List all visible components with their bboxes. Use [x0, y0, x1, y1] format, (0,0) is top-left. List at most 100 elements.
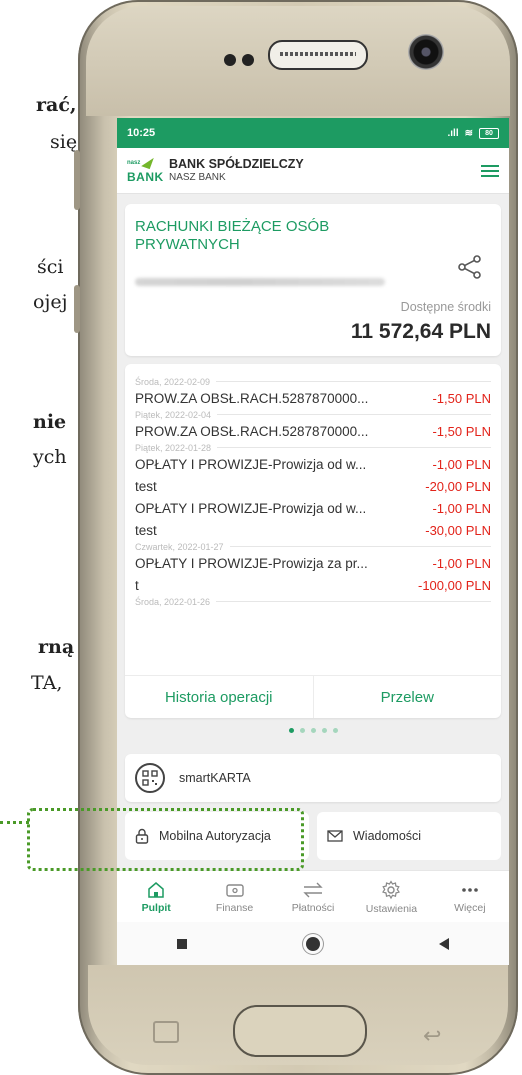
tab-ustawienia[interactable]: Ustawienia: [352, 871, 430, 923]
table-row[interactable]: OPŁATY I PROWIZJE-Prowizja od w... -1,00…: [135, 497, 491, 519]
highlight-connector: [0, 821, 29, 824]
home-hardware-button[interactable]: [233, 1005, 367, 1057]
bank-name: BANK SPÓŁDZIELCZY NASZ BANK: [169, 157, 304, 183]
wallet-icon: [225, 883, 244, 897]
doc-fragment: ych: [33, 446, 67, 468]
recent-apps-icon[interactable]: [176, 938, 187, 949]
status-bar: 10:25 .ıll ≋ 80: [117, 118, 509, 148]
home-circle-icon[interactable]: [305, 936, 320, 951]
smartkarta-tile[interactable]: smartKARTA: [125, 754, 501, 802]
messages-button[interactable]: Wiadomości: [317, 812, 501, 860]
sensor-icon: [224, 54, 236, 66]
page-indicator[interactable]: [117, 728, 509, 733]
status-time: 10:25: [127, 127, 156, 139]
tx-amount: -1,50 PLN: [432, 390, 491, 406]
tx-date-separator: Piątek, 2022-02-04: [135, 409, 491, 420]
tx-description: PROW.ZA OBSŁ.RACH.5287870000...: [135, 423, 369, 439]
smartkarta-label: smartKARTA: [179, 771, 251, 785]
tx-amount: -30,00 PLN: [425, 522, 491, 538]
menu-hamburger-icon[interactable]: [481, 164, 499, 177]
doc-fragment: nie: [33, 411, 67, 433]
tx-description: t: [135, 577, 139, 593]
tab-label: Płatności: [291, 901, 335, 914]
phone-bottom-bezel: ↩: [88, 965, 508, 1065]
tx-description: OPŁATY I PROWIZJE-Prowizja za pr...: [135, 555, 368, 571]
highlight-box: [27, 808, 304, 871]
doc-fragment: ojej: [33, 291, 68, 313]
tab-label: Finanse: [215, 901, 254, 914]
logo-text-top: nasz: [127, 159, 141, 166]
volume-button: [74, 150, 80, 210]
table-row[interactable]: OPŁATY I PROWIZJE-Prowizja od w... -1,00…: [135, 453, 491, 475]
tx-amount: -1,50 PLN: [432, 423, 491, 439]
envelope-icon: [327, 830, 343, 842]
table-row[interactable]: OPŁATY I PROWIZJE-Prowizja za pr... -1,0…: [135, 552, 491, 574]
tx-date-separator: Środa, 2022-01-26: [135, 596, 491, 607]
account-title: RACHUNKI BIEŻĄCE OSÓB PRYWATNYCH: [135, 218, 330, 253]
tx-description: OPŁATY I PROWIZJE-Prowizja od w...: [135, 456, 367, 472]
app-header: nasz BANK BANK SPÓŁDZIELCZY NASZ BANK: [117, 148, 509, 194]
tab-pulpit[interactable]: Pulpit: [117, 871, 195, 923]
doc-fragment: rać,: [36, 94, 77, 116]
tx-amount: -20,00 PLN: [425, 478, 491, 494]
tab-platnosci[interactable]: Płatności: [274, 871, 352, 923]
table-row[interactable]: PROW.ZA OBSŁ.RACH.5287870000... -1,50 PL…: [135, 387, 491, 409]
table-row[interactable]: PROW.ZA OBSŁ.RACH.5287870000... -1,50 PL…: [135, 420, 491, 442]
logo-leaf-icon: [141, 154, 154, 169]
table-row[interactable]: t -100,00 PLN: [135, 574, 491, 596]
bank-logo: nasz BANK: [127, 154, 164, 186]
back-triangle-icon[interactable]: [439, 937, 450, 950]
battery-icon: 80: [479, 127, 499, 139]
tx-date-separator: Czwartek, 2022-01-27: [135, 541, 491, 552]
messages-label: Wiadomości: [353, 829, 422, 843]
recent-apps-key-icon[interactable]: [153, 1021, 179, 1043]
phone-top-bezel: [86, 6, 510, 116]
back-key-icon[interactable]: ↩: [423, 1023, 441, 1049]
transactions-card: Środa, 2022-02-09 PROW.ZA OBSŁ.RACH.5287…: [125, 364, 501, 718]
tab-label: Więcej: [454, 901, 486, 914]
history-button[interactable]: Historia operacji: [125, 676, 313, 718]
logo-text-bottom: BANK: [127, 169, 164, 184]
account-balance: 11 572,64 PLN: [350, 320, 491, 343]
transfer-arrows-icon: [303, 882, 323, 897]
available-funds-label: Dostępne środki: [400, 300, 491, 314]
transaction-list: Środa, 2022-02-09 PROW.ZA OBSŁ.RACH.5287…: [135, 376, 491, 607]
signal-icon: .ıll: [447, 127, 459, 139]
doc-fragment: TA,: [31, 672, 63, 694]
gear-icon: [382, 879, 401, 899]
share-icon[interactable]: [457, 254, 483, 280]
bottom-tab-bar: Pulpit Finanse Płatności Ustawienia Więc…: [117, 870, 509, 923]
transfer-button[interactable]: Przelew: [312, 676, 502, 718]
sensor-icon: [242, 54, 254, 66]
tab-label: Ustawienia: [365, 902, 418, 915]
tab-finanse[interactable]: Finanse: [195, 871, 273, 923]
tx-description: OPŁATY I PROWIZJE-Prowizja od w...: [135, 500, 367, 516]
more-dots-icon: [462, 887, 478, 892]
account-actions: Historia operacji Przelew: [125, 675, 501, 718]
tab-wiecej[interactable]: Więcej: [431, 871, 509, 923]
bixby-button: [74, 285, 80, 333]
tx-amount: -1,00 PLN: [432, 555, 491, 571]
pager-dot[interactable]: [288, 728, 294, 733]
pager-dot[interactable]: [299, 728, 305, 733]
tx-date-separator: Środa, 2022-02-09: [135, 376, 491, 387]
pager-dot[interactable]: [321, 728, 327, 733]
bank-name-line2: NASZ BANK: [169, 171, 226, 183]
table-row[interactable]: test -30,00 PLN: [135, 519, 491, 541]
tab-label: Pulpit: [141, 901, 171, 914]
tx-amount: -1,00 PLN: [432, 456, 491, 472]
home-icon: [148, 881, 164, 898]
account-card[interactable]: RACHUNKI BIEŻĄCE OSÓB PRYWATNYCH Dostępn…: [125, 204, 501, 356]
account-number-blurred: [135, 278, 385, 286]
tx-description: PROW.ZA OBSŁ.RACH.5287870000...: [135, 390, 369, 406]
doc-fragment: ści: [37, 256, 64, 278]
earpiece-speaker: [268, 40, 368, 70]
pager-dot[interactable]: [332, 728, 338, 733]
wifi-icon: ≋: [464, 127, 473, 139]
qr-code-icon: [135, 763, 165, 793]
table-row[interactable]: test -20,00 PLN: [135, 475, 491, 497]
tx-amount: -100,00 PLN: [418, 577, 491, 593]
pager-dot[interactable]: [310, 728, 316, 733]
front-camera-icon: [408, 34, 444, 70]
tx-description: test: [135, 478, 157, 494]
